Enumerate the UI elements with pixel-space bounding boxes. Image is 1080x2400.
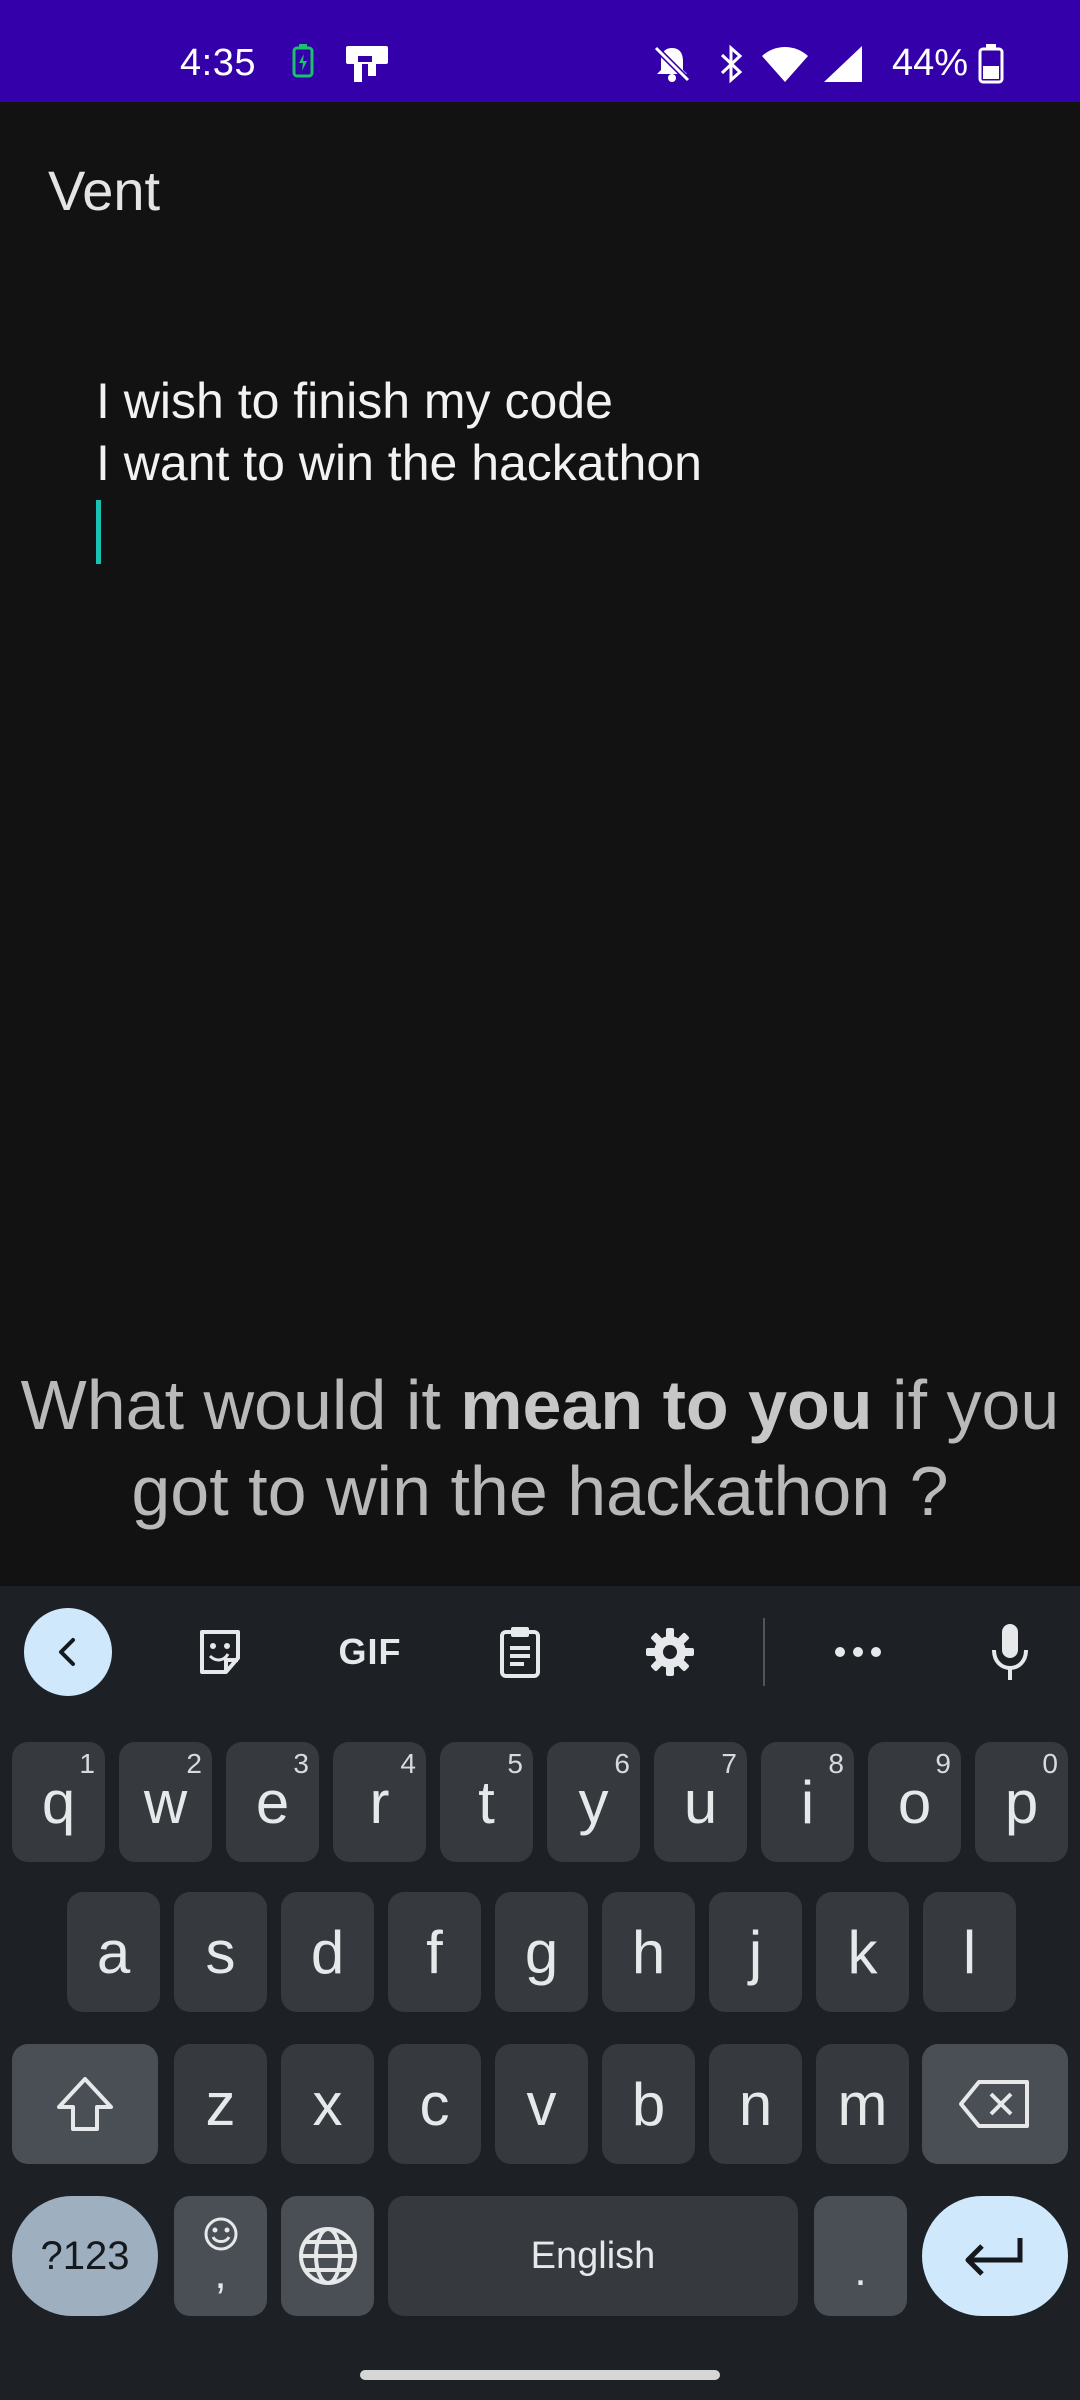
key-v[interactable]: v (495, 2044, 588, 2164)
period-key[interactable]: . (814, 2196, 907, 2316)
symbols-key[interactable]: ?123 (12, 2196, 158, 2316)
signal-icon (822, 44, 864, 89)
key-m[interactable]: m (816, 2044, 909, 2164)
battery-saver-icon (292, 44, 314, 83)
vent-text-editor[interactable]: I wish to finish my code I want to win t… (96, 370, 996, 1270)
editor-line: I wish to finish my code (96, 373, 613, 429)
key-a[interactable]: a (67, 1892, 160, 2012)
key-w[interactable]: w2 (119, 1742, 212, 1862)
soft-keyboard: GIF q1 w2 e3 r4 t5 y6 u7 i8 o9 p0 a s d … (0, 1586, 1080, 2400)
do-not-disturb-icon (652, 44, 692, 89)
key-o[interactable]: o9 (868, 1742, 961, 1862)
enter-icon (965, 2238, 1023, 2276)
bluetooth-icon (716, 44, 746, 89)
prompt-emphasis: mean to you (460, 1366, 873, 1444)
key-k[interactable]: k (816, 1892, 909, 2012)
status-bar: 4:35 44% (0, 0, 1080, 102)
keyboard-toolbar: GIF (0, 1586, 1080, 1716)
mic-icon[interactable] (966, 1608, 1054, 1696)
reflection-prompt: What would it mean to you if you got to … (0, 1362, 1080, 1534)
gif-icon[interactable]: GIF (325, 1608, 415, 1696)
prompt-text: What would it (20, 1366, 461, 1444)
page-title: Vent (48, 159, 161, 222)
key-t[interactable]: t5 (440, 1742, 533, 1862)
screen: 4:35 44% Vent I wish to finish my code I… (0, 0, 1080, 2400)
globe-icon (298, 2227, 357, 2285)
key-y[interactable]: y6 (547, 1742, 640, 1862)
language-key[interactable] (281, 2196, 374, 2316)
backspace-icon (959, 2080, 1029, 2128)
navigation-handle[interactable] (360, 2370, 720, 2380)
backspace-key[interactable] (922, 2044, 1068, 2164)
wifi-icon (760, 44, 810, 89)
key-n[interactable]: n (709, 2044, 802, 2164)
cast-icon (344, 44, 390, 89)
sticker-icon[interactable] (176, 1608, 264, 1696)
key-s[interactable]: s (174, 1892, 267, 2012)
key-j[interactable]: j (709, 1892, 802, 2012)
enter-key[interactable] (922, 2196, 1068, 2316)
key-c[interactable]: c (388, 2044, 481, 2164)
editor-line: I want to win the hackathon (96, 435, 702, 491)
key-q[interactable]: q1 (12, 1742, 105, 1862)
key-b[interactable]: b (602, 2044, 695, 2164)
key-z[interactable]: z (174, 2044, 267, 2164)
text-cursor (96, 500, 101, 564)
comma-emoji-key[interactable]: , (174, 2196, 267, 2316)
shift-key[interactable] (12, 2044, 158, 2164)
emoji-icon (204, 2217, 237, 2251)
toolbar-divider (763, 1618, 765, 1686)
key-d[interactable]: d (281, 1892, 374, 2012)
key-f[interactable]: f (388, 1892, 481, 2012)
settings-icon[interactable] (626, 1608, 714, 1696)
clipboard-icon[interactable] (476, 1608, 564, 1696)
key-h[interactable]: h (602, 1892, 695, 2012)
key-l[interactable]: l (923, 1892, 1016, 2012)
key-p[interactable]: p0 (975, 1742, 1068, 1862)
space-key[interactable]: English (388, 2196, 798, 2316)
status-time: 4:35 (180, 42, 256, 84)
key-i[interactable]: i8 (761, 1742, 854, 1862)
battery-icon (978, 44, 1004, 89)
key-g[interactable]: g (495, 1892, 588, 2012)
key-u[interactable]: u7 (654, 1742, 747, 1862)
back-icon[interactable] (24, 1608, 112, 1696)
key-e[interactable]: e3 (226, 1742, 319, 1862)
battery-percent: 44% (892, 42, 969, 84)
key-r[interactable]: r4 (333, 1742, 426, 1862)
gif-label: GIF (338, 1631, 402, 1672)
shift-icon (57, 2077, 113, 2131)
more-icon[interactable] (814, 1608, 902, 1696)
key-x[interactable]: x (281, 2044, 374, 2164)
comma-label: , (214, 2249, 227, 2298)
